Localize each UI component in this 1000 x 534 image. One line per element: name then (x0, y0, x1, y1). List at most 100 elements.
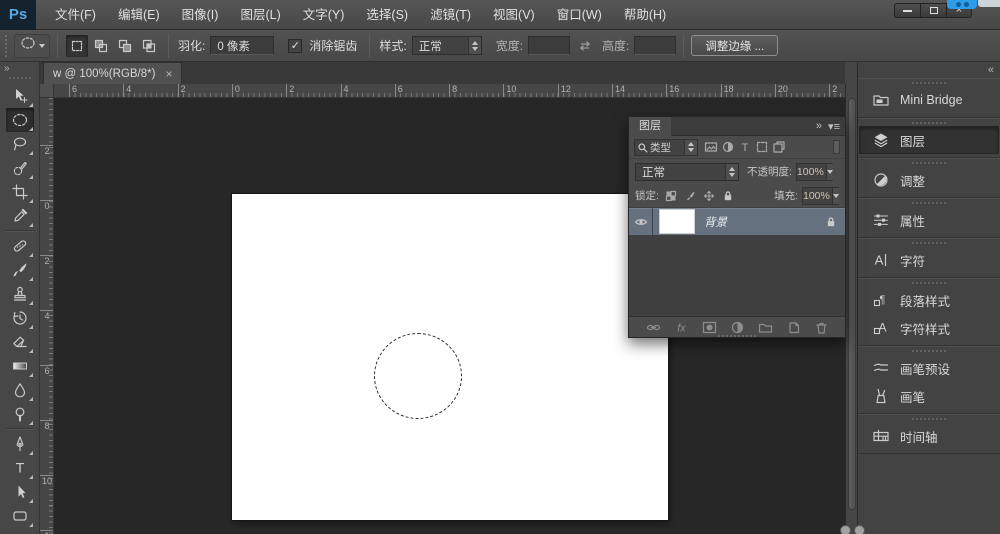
new-layer-icon[interactable] (786, 320, 801, 335)
dock-grip[interactable] (912, 122, 946, 124)
options-grip[interactable] (5, 35, 10, 57)
spinner-icon[interactable] (468, 37, 481, 54)
chevron-down-icon[interactable] (832, 188, 839, 204)
menu-item-1[interactable]: 编辑(E) (107, 0, 171, 30)
dock-collapse[interactable]: « (858, 62, 1000, 78)
horizontal-ruler[interactable]: 642024681012141618202 (54, 84, 845, 98)
spot-healing-brush-tool-button[interactable] (6, 234, 34, 258)
lock-position-icon[interactable] (703, 190, 715, 202)
fill-input[interactable]: 100% (802, 187, 839, 205)
delete-layer-icon[interactable] (814, 320, 829, 335)
layer-group-icon[interactable] (758, 320, 773, 335)
elliptical-selection[interactable] (374, 333, 462, 419)
dock-item-调整[interactable]: 调整 (859, 166, 999, 194)
shape-filter-icon[interactable] (753, 139, 770, 156)
brush-tool-button[interactable] (6, 258, 34, 282)
subtract-selection-button[interactable] (114, 35, 136, 57)
clone-stamp-tool-button[interactable] (6, 282, 34, 306)
smart-object-filter-icon[interactable] (770, 139, 787, 156)
dock-grip[interactable] (912, 202, 946, 204)
menu-item-4[interactable]: 文字(Y) (292, 0, 356, 30)
type-filter-icon[interactable]: T (736, 139, 753, 156)
vertical-scrollbar[interactable] (845, 84, 857, 534)
style-select[interactable]: 正常 (412, 36, 482, 55)
dock-item-字符样式[interactable]: A字符样式 (859, 314, 999, 342)
menu-item-5[interactable]: 选择(S) (355, 0, 419, 30)
ruler-corner[interactable] (40, 84, 54, 98)
layer-row-background[interactable]: 背景 (629, 208, 845, 235)
path-selection-tool-button[interactable] (6, 480, 34, 504)
layer-mask-icon[interactable] (702, 320, 717, 335)
chevron-down-icon[interactable] (826, 164, 833, 180)
dock-item-画笔[interactable]: 画笔 (859, 382, 999, 410)
gradient-tool-button[interactable] (6, 354, 34, 378)
blend-mode-select[interactable]: 正常 (635, 163, 739, 181)
dock-grip[interactable] (912, 282, 946, 284)
layer-thumbnail[interactable] (659, 209, 695, 234)
elliptical-marquee-tool-button[interactable] (6, 108, 34, 132)
layer-style-icon[interactable]: fx (674, 320, 689, 335)
dock-item-属性[interactable]: 属性 (859, 206, 999, 234)
history-brush-tool-button[interactable] (6, 306, 34, 330)
pen-tool-button[interactable] (6, 432, 34, 456)
menu-item-3[interactable]: 图层(L) (229, 0, 291, 30)
height-input[interactable] (634, 36, 676, 55)
pixel-filter-icon[interactable] (702, 139, 719, 156)
lock-all-icon[interactable] (722, 190, 734, 202)
dock-item-mini-bridge[interactable]: Mini Bridge (859, 86, 999, 114)
menu-item-7[interactable]: 视图(V) (482, 0, 546, 30)
move-tool-button[interactable] (6, 84, 34, 108)
dock-grip[interactable] (912, 162, 946, 164)
adjustment-layer-icon[interactable] (730, 320, 745, 335)
canvas-document[interactable] (232, 194, 668, 520)
panel-menu-icon[interactable]: ▾≡ (828, 120, 840, 133)
layers-tab[interactable]: 图层 (629, 117, 671, 136)
menu-item-0[interactable]: 文件(F) (44, 0, 107, 30)
opacity-input[interactable]: 100% (796, 163, 833, 181)
new-selection-button[interactable] (66, 35, 88, 57)
spinner-icon[interactable] (725, 164, 738, 180)
feather-input[interactable]: 0 像素 (210, 36, 274, 55)
vertical-ruler[interactable]: 202468101 (40, 98, 54, 534)
maximize-button[interactable] (920, 3, 946, 18)
quick-selection-tool-button[interactable] (6, 156, 34, 180)
anti-alias-checkbox[interactable]: ✓ (288, 39, 302, 53)
lock-pixels-icon[interactable] (684, 190, 696, 202)
filter-toggle[interactable] (833, 140, 840, 154)
rectangle-tool-button[interactable] (6, 504, 34, 528)
menu-item-9[interactable]: 帮助(H) (613, 0, 677, 30)
dock-item-字符[interactable]: A字符 (859, 246, 999, 274)
swap-dimensions-icon[interactable] (578, 39, 592, 53)
dock-grip[interactable] (912, 350, 946, 352)
dock-item-段落样式[interactable]: ¶段落样式 (859, 286, 999, 314)
refine-edge-button[interactable]: 调整边缘 ... (691, 35, 778, 56)
dock-grip[interactable] (912, 242, 946, 244)
dock-item-画笔预设[interactable]: 画笔预设 (859, 354, 999, 382)
menu-item-2[interactable]: 图像(I) (171, 0, 230, 30)
dock-item-图层[interactable]: 图层 (859, 126, 999, 154)
spinner-icon[interactable] (684, 140, 697, 155)
eyedropper-tool-button[interactable] (6, 204, 34, 228)
eraser-tool-button[interactable] (6, 330, 34, 354)
intersect-selection-button[interactable] (138, 35, 160, 57)
crop-tool-button[interactable] (6, 180, 34, 204)
tools-collapse[interactable]: » (0, 62, 39, 76)
minimize-button[interactable] (894, 3, 920, 18)
blur-tool-button[interactable] (6, 378, 34, 402)
dock-grip[interactable] (912, 82, 946, 84)
lock-transparency-icon[interactable] (665, 190, 677, 202)
tools-grip[interactable] (9, 77, 31, 80)
menu-item-6[interactable]: 滤镜(T) (419, 0, 482, 30)
document-tab[interactable]: w @ 100%(RGB/8*) × (43, 62, 182, 84)
width-input[interactable] (528, 36, 570, 55)
dock-grip[interactable] (912, 418, 946, 420)
lasso-tool-button[interactable] (6, 132, 34, 156)
type-tool-button[interactable]: T (6, 456, 34, 480)
add-selection-button[interactable] (90, 35, 112, 57)
link-layers-icon[interactable] (646, 320, 661, 335)
scrollbar-thumb[interactable] (848, 98, 856, 510)
adjustment-filter-icon[interactable] (719, 139, 736, 156)
panel-collapse-icon[interactable]: » (816, 120, 822, 132)
close-tab-icon[interactable]: × (165, 67, 172, 81)
dock-item-时间轴[interactable]: 时间轴 (859, 422, 999, 450)
